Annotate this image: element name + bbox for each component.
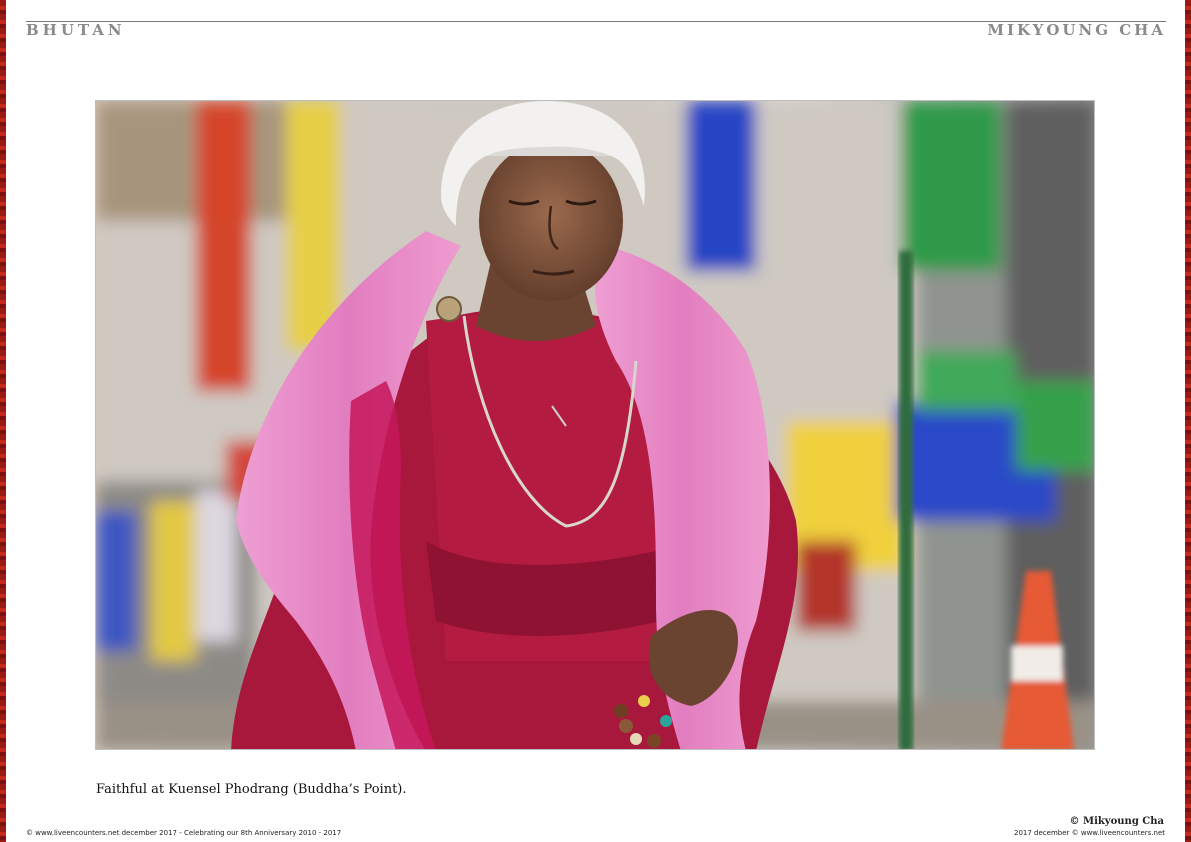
right-decorative-border [1185,0,1191,842]
author-name: MIKYOUNG CHA [987,21,1166,39]
section-title: BHUTAN [26,21,126,39]
photograph [95,100,1095,750]
photo-credit: © Mikyoung Cha [1069,816,1164,827]
photo-caption: Faithful at Kuensel Phodrang (Buddha’s P… [96,782,407,797]
left-decorative-border [0,0,6,842]
footer-left-text: © www.liveencounters.net december 2017 -… [26,829,342,837]
footer-right-text: 2017 december © www.liveencounters.net [1014,829,1165,837]
